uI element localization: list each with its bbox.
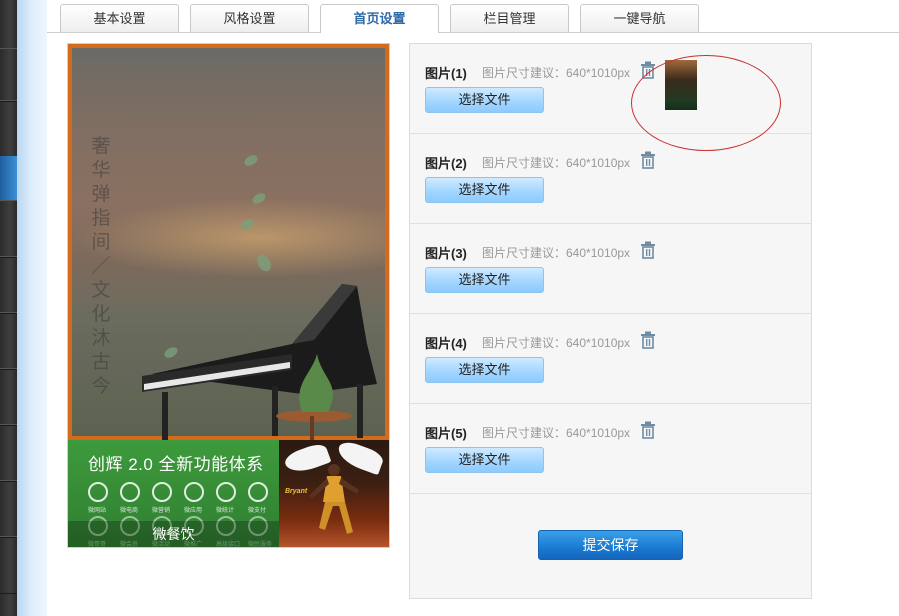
image-label: 图片(4) — [425, 336, 467, 351]
image-row-3: 图片(3) 图片尺寸建议：640*1010px 选择文件 — [410, 224, 811, 314]
image-label: 图片(3) — [425, 246, 467, 261]
choose-file-button[interactable]: 选择文件 — [425, 267, 544, 293]
sidebar-segment[interactable] — [0, 256, 17, 314]
sidebar-segment-active[interactable] — [0, 156, 17, 200]
feature-label: 微营销 — [152, 508, 171, 514]
feature-label: 微电商 — [120, 508, 139, 514]
feature-icon — [120, 482, 140, 502]
trash-icon[interactable] — [640, 151, 656, 169]
feature-label: 微支付 — [248, 508, 267, 514]
piano-illustration — [142, 284, 377, 442]
tab-homepage-settings[interactable]: 首页设置 — [320, 4, 439, 33]
trash-icon[interactable] — [640, 241, 656, 259]
image-row-2: 图片(2) 图片尺寸建议：640*1010px 选择文件 — [410, 134, 811, 224]
preview-vertical-text: 奢华弹指间／文化沐古今 — [91, 135, 111, 397]
tab-bar: 基本设置 风格设置 首页设置 栏目管理 一键导航 — [47, 0, 899, 33]
choose-file-button[interactable]: 选择文件 — [425, 357, 544, 383]
choose-file-button[interactable]: 选择文件 — [425, 87, 544, 113]
sidebar-edge — [17, 0, 47, 616]
image-size-hint: 图片尺寸建议：640*1010px — [482, 336, 631, 350]
feature-icon — [152, 482, 172, 502]
choose-file-button[interactable]: 选择文件 — [425, 447, 544, 473]
tab-column-management[interactable]: 栏目管理 — [450, 4, 569, 32]
promo-banner-footer: 微餐饮 — [68, 521, 279, 547]
trash-icon[interactable] — [640, 331, 656, 349]
main-content: 基本设置 风格设置 首页设置 栏目管理 一键导航 奢华弹指间／文化沐古今 创辉 … — [47, 0, 899, 616]
sidebar-segment[interactable] — [0, 536, 17, 594]
choose-file-button[interactable]: 选择文件 — [425, 177, 544, 203]
image-label: 图片(2) — [425, 156, 467, 171]
feature-label: 微网站 — [88, 508, 107, 514]
image-label: 图片(5) — [425, 426, 467, 441]
sidebar-segment[interactable] — [0, 48, 17, 102]
feature-label: 微统计 — [216, 508, 235, 514]
trash-icon[interactable] — [640, 421, 656, 439]
image-label: 图片(1) — [425, 66, 467, 81]
sidebar-segment[interactable] — [0, 424, 17, 482]
sidebar-segment[interactable] — [0, 200, 17, 258]
homepage-preview: 奢华弹指间／文化沐古今 创辉 2.0 全新功能体系 微网站 微电商 微营销 微应… — [67, 43, 390, 548]
sidebar-segment[interactable] — [0, 312, 17, 370]
slide-image-preview: 奢华弹指间／文化沐古今 — [68, 44, 389, 442]
sidebar-segment[interactable] — [0, 368, 17, 426]
athlete-photo[interactable]: Bryant — [279, 440, 389, 547]
image-row-5: 图片(5) 图片尺寸建议：640*1010px 选择文件 — [410, 404, 811, 494]
image-size-hint: 图片尺寸建议：640*1010px — [482, 156, 631, 170]
feature-icon — [248, 482, 268, 502]
left-sidebar-strip — [0, 0, 17, 616]
image-size-hint: 图片尺寸建议：640*1010px — [482, 66, 631, 80]
image-row-4: 图片(4) 图片尺寸建议：640*1010px 选择文件 — [410, 314, 811, 404]
promo-banner[interactable]: 创辉 2.0 全新功能体系 微网站 微电商 微营销 微应用 微统计 微支付 微哥… — [68, 440, 279, 548]
image-size-hint: 图片尺寸建议：640*1010px — [482, 246, 631, 260]
feature-label: 微应用 — [184, 508, 203, 514]
tab-one-click-navigation[interactable]: 一键导航 — [580, 4, 699, 32]
image-size-hint: 图片尺寸建议：640*1010px — [482, 426, 631, 440]
promo-banner-title: 创辉 2.0 全新功能体系 — [88, 455, 264, 474]
feature-icon — [88, 482, 108, 502]
feature-icon — [216, 482, 236, 502]
tab-basic-settings[interactable]: 基本设置 — [60, 4, 179, 32]
submit-save-button[interactable]: 提交保存 — [538, 530, 683, 560]
feature-icon — [184, 482, 204, 502]
annotation-circle — [631, 55, 781, 151]
sidebar-segment[interactable] — [0, 100, 17, 158]
tab-style-settings[interactable]: 风格设置 — [190, 4, 309, 32]
sidebar-segment[interactable] — [0, 480, 17, 538]
